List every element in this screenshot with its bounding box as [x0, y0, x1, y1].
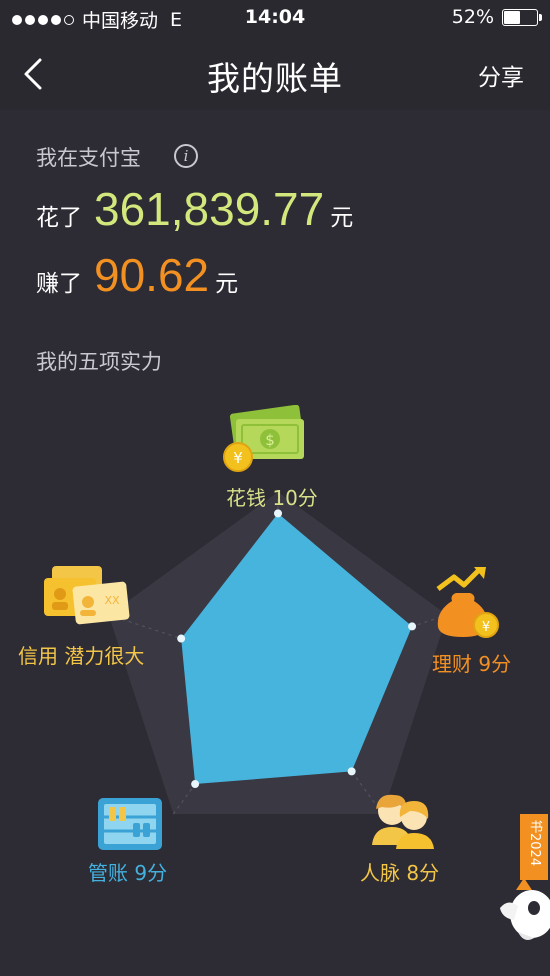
- promo-ribbon[interactable]: 书2024: [520, 814, 548, 880]
- radar-point-信用: [177, 634, 186, 643]
- spent-row: 花了 361,839.77 元: [36, 182, 353, 236]
- radar-axis-2: [277, 669, 384, 815]
- money-icon: $ ¥: [223, 405, 305, 472]
- ability-spend-caption: 花钱 10分: [226, 486, 318, 510]
- credit-card-icon: XX: [44, 566, 130, 625]
- spent-unit: 元: [330, 205, 354, 231]
- earned-unit: 元: [215, 271, 239, 297]
- radar-point-人脉: [347, 767, 356, 776]
- abilities-title: 我的五项实力: [36, 350, 162, 374]
- rocket-icon[interactable]: [498, 878, 550, 944]
- money-bag-icon: ¥: [436, 567, 499, 638]
- status-right: 52%: [451, 6, 542, 28]
- svg-text:XX: XX: [104, 594, 120, 607]
- nav-bar: 我的账单 分享: [0, 38, 550, 110]
- earned-amount: 90.62: [94, 249, 210, 301]
- radar-point-理财: [408, 622, 417, 631]
- earned-label: 赚了: [36, 271, 82, 297]
- radar-axes: [108, 492, 448, 815]
- svg-text:$: $: [265, 431, 275, 449]
- abacus-icon: [98, 798, 162, 850]
- ability-credit-caption: 信用 潜力很大: [18, 644, 145, 668]
- svg-text:¥: ¥: [233, 449, 243, 467]
- radar-value-polygon: [181, 513, 413, 785]
- promo-ribbon-text: 书2024: [527, 820, 542, 867]
- ability-bookkeeping-caption: 管账 9分: [88, 861, 168, 885]
- spent-amount: 361,839.77: [94, 183, 325, 235]
- share-button[interactable]: 分享: [478, 58, 524, 92]
- battery-percent: 52%: [451, 6, 494, 28]
- people-icon: [372, 794, 434, 849]
- battery-icon: [502, 8, 542, 26]
- status-bar: 中国移动 E 14:04 52%: [0, 0, 550, 38]
- info-icon[interactable]: i: [174, 144, 198, 168]
- radar-axis-1: [277, 614, 448, 671]
- radar-axis-3: [172, 669, 279, 815]
- summary-title: 我在支付宝: [36, 146, 141, 170]
- radar-point-管账: [191, 780, 200, 789]
- ability-network-caption: 人脉 8分: [360, 861, 440, 885]
- earned-row: 赚了 90.62 元: [36, 248, 238, 302]
- svg-text:¥: ¥: [482, 620, 490, 635]
- radar-points: [177, 509, 417, 789]
- radar-background: [108, 492, 448, 815]
- page-title: 我的账单: [207, 59, 343, 98]
- spent-label: 花了: [36, 205, 82, 231]
- ability-finance-caption: 理财 9分: [432, 652, 512, 676]
